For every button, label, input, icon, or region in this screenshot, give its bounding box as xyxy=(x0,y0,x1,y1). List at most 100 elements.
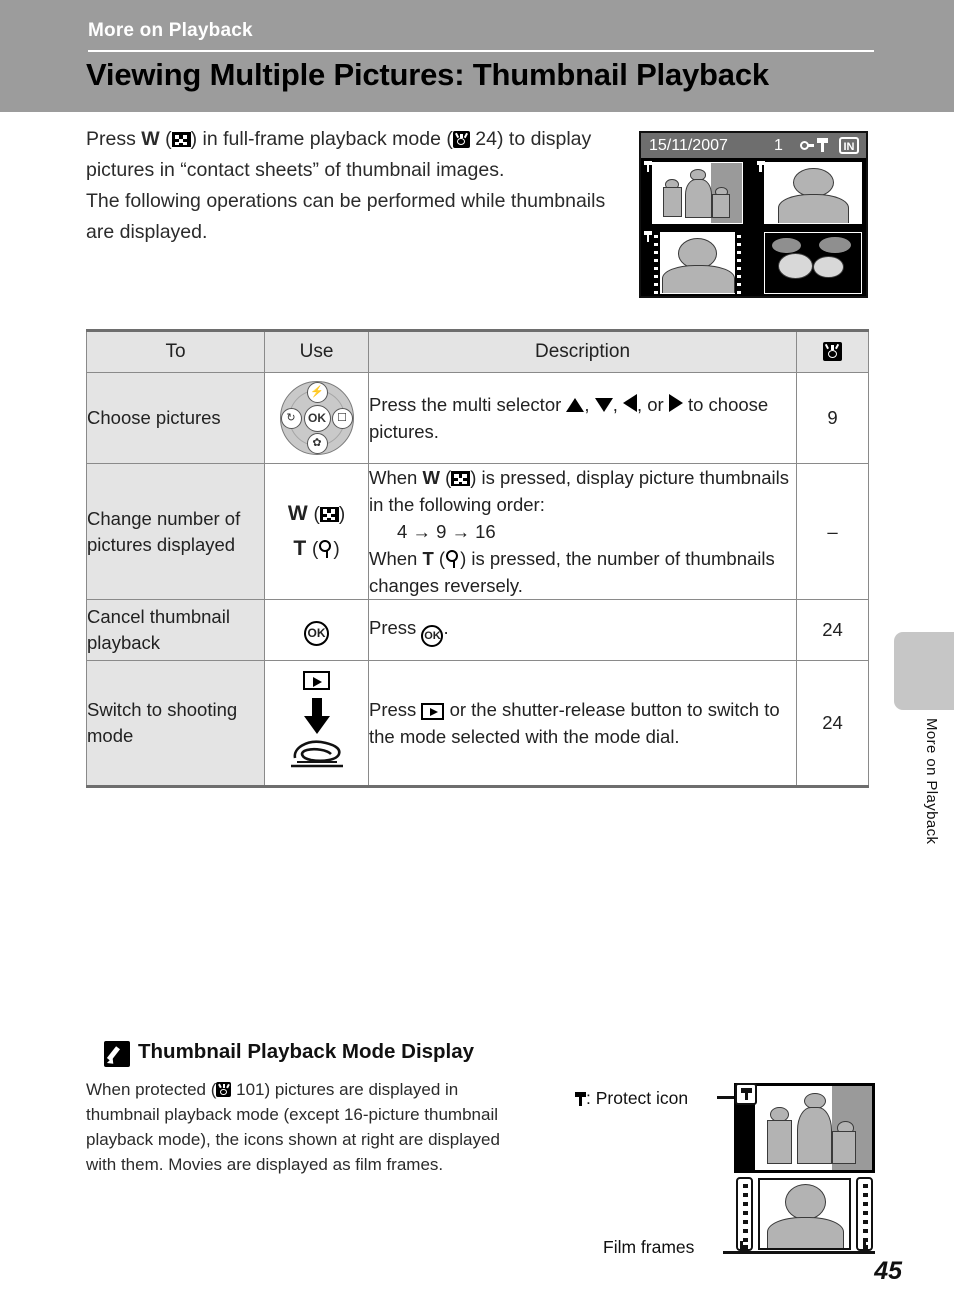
desc-sep-2: , xyxy=(612,394,623,415)
desc-text-pre: Press xyxy=(369,616,422,638)
row-pageref-switch-shooting: 24 xyxy=(796,660,869,787)
arrow-down-icon xyxy=(594,398,613,412)
intro-pageref: 24 xyxy=(475,128,497,150)
thumbnail-icon xyxy=(319,506,339,522)
chapter-side-tab xyxy=(894,632,954,710)
desc-l1-b: ( xyxy=(439,467,452,488)
playback-to-shutter-illustration xyxy=(265,661,368,785)
multi-selector-dial-icon: ⚡ ↻ ☐ ✿ OK xyxy=(279,381,354,455)
page-number: 45 xyxy=(874,1257,902,1285)
diagram-movie-frame xyxy=(734,1175,875,1253)
row-label-change-number: Change number of pictures displayed xyxy=(86,463,265,600)
film-frames-leader-tick-right xyxy=(863,1241,866,1253)
thumbnail-icon xyxy=(451,471,471,486)
lcd-thumbnail-1 xyxy=(641,158,754,228)
camera-lcd-illustration: 15/11/2007 1 IN xyxy=(639,131,868,298)
protect-icon xyxy=(575,1092,586,1106)
row-description-choose-pictures: Press the multi selector , , , or to cho… xyxy=(368,372,797,464)
film-strip-left xyxy=(652,232,660,294)
row-label-switch-shooting: Switch to shooting mode xyxy=(86,660,265,787)
lcd-thumbnail-2 xyxy=(754,158,867,228)
ok-button-icon: OK xyxy=(303,405,331,432)
row-description-change-number: When W () is pressed, display picture th… xyxy=(368,463,797,600)
row-pageref-cancel-thumbnail: 24 xyxy=(796,599,869,661)
desc-text-pre: Press the multi selector xyxy=(369,394,567,415)
intro-text-b: ( xyxy=(159,128,172,150)
desc-l2-t: T xyxy=(422,548,434,569)
protect-icon-callout: : Protect icon xyxy=(575,1088,688,1109)
protect-icon xyxy=(817,138,828,152)
desc-l2-b: ( xyxy=(433,548,446,569)
protect-tag-icon xyxy=(644,231,652,242)
film-strip-right xyxy=(856,1177,873,1251)
pageref-icon xyxy=(823,342,842,361)
self-timer-button-icon: ↻ xyxy=(280,408,302,429)
desc-text-pre: Press xyxy=(369,699,422,720)
protect-icon-highlight-box xyxy=(735,1083,757,1105)
wide-label-line: W () xyxy=(287,501,346,525)
film-strip-right xyxy=(734,232,743,294)
row-icon-ok-button: OK xyxy=(264,599,369,661)
table-header-row: To Use Description xyxy=(86,330,869,373)
row-description-cancel-thumbnail: Press OK. xyxy=(368,599,797,661)
protect-tag-icon xyxy=(756,161,765,172)
note-body: When protected ( 101) pictures are displ… xyxy=(86,1077,506,1177)
column-header-page-reference xyxy=(796,330,869,373)
lcd-thumbnail-4 xyxy=(754,228,867,298)
table-row: Cancel thumbnail playback OK Press OK. 2… xyxy=(86,599,869,661)
arrow-left-icon xyxy=(622,394,637,412)
page-header-band xyxy=(0,0,954,112)
tele-label-line: T () xyxy=(293,536,340,560)
table-row: Choose pictures ⚡ ↻ ☐ ✿ OK Press the mul… xyxy=(86,372,869,464)
chapter-label: More on Playback xyxy=(88,20,253,41)
film-frames-leader-tick-left xyxy=(740,1241,743,1253)
magnifier-icon xyxy=(318,539,333,558)
film-frames-callout: Film frames xyxy=(603,1237,695,1257)
desc-sep-1: , xyxy=(584,394,595,415)
shutter-release-finger-icon xyxy=(290,740,343,768)
key-icon xyxy=(800,141,814,150)
row-icon-wide-tele: W () T () xyxy=(264,463,369,600)
w-label: W xyxy=(287,501,308,525)
desc-l2-a: When xyxy=(369,548,423,569)
arrow-up-icon xyxy=(566,398,585,412)
note-pageref: 101 xyxy=(236,1080,265,1099)
intro-text-c: ) in full-frame playback mode ( xyxy=(190,128,453,150)
thumbnail-icon xyxy=(171,132,191,147)
down-arrow-icon xyxy=(303,698,330,734)
table-row: Switch to shooting mode Press or the shu… xyxy=(86,660,869,787)
flash-button-icon: ⚡ xyxy=(306,382,328,403)
table-row: Change number of pictures displayed W ()… xyxy=(86,463,869,600)
row-pageref-choose-pictures: 9 xyxy=(796,372,869,464)
row-icon-playback-shutter xyxy=(264,660,369,787)
page-title: Viewing Multiple Pictures: Thumbnail Pla… xyxy=(86,57,769,92)
playback-button-icon xyxy=(421,703,445,720)
desc-sep-3: , or xyxy=(636,394,669,415)
note-pencil-icon xyxy=(104,1041,130,1067)
magnifier-icon xyxy=(445,550,460,568)
header-divider xyxy=(88,50,874,52)
desc-l1-w: W xyxy=(422,467,440,488)
note-text-a: When protected ( xyxy=(86,1080,217,1099)
row-icon-multi-selector: ⚡ ↻ ☐ ✿ OK xyxy=(264,372,369,464)
internal-memory-icon: IN xyxy=(839,137,859,154)
film-strip-left xyxy=(736,1177,753,1251)
row-label-choose-pictures: Choose pictures xyxy=(86,372,265,464)
t-label: T xyxy=(293,536,307,560)
intro-paragraph: Press W () in full-frame playback mode (… xyxy=(86,124,606,248)
wide-tele-labels: W () T () xyxy=(265,491,368,573)
lcd-frame-number: 1 xyxy=(774,137,783,154)
thumbnail-count-sequence: 4 → 9 → 16 xyxy=(397,521,496,542)
row-description-switch-shooting: Press or the shutter-release button to s… xyxy=(368,660,797,787)
row-pageref-change-number: – xyxy=(796,463,869,600)
page-reference-icon xyxy=(452,131,470,148)
note-title: Thumbnail Playback Mode Display xyxy=(138,1040,475,1063)
intro-w-label: W xyxy=(141,128,160,150)
lcd-date: 15/11/2007 xyxy=(649,137,728,154)
desc-text-post: . xyxy=(443,616,449,638)
column-header-to: To xyxy=(86,330,265,373)
page-reference-icon xyxy=(216,1082,232,1097)
chapter-side-tab-label: More on Playback xyxy=(923,718,940,845)
protect-callout-text: : Protect icon xyxy=(586,1088,689,1108)
row-label-cancel-thumbnail: Cancel thumbnail playback xyxy=(86,599,265,661)
